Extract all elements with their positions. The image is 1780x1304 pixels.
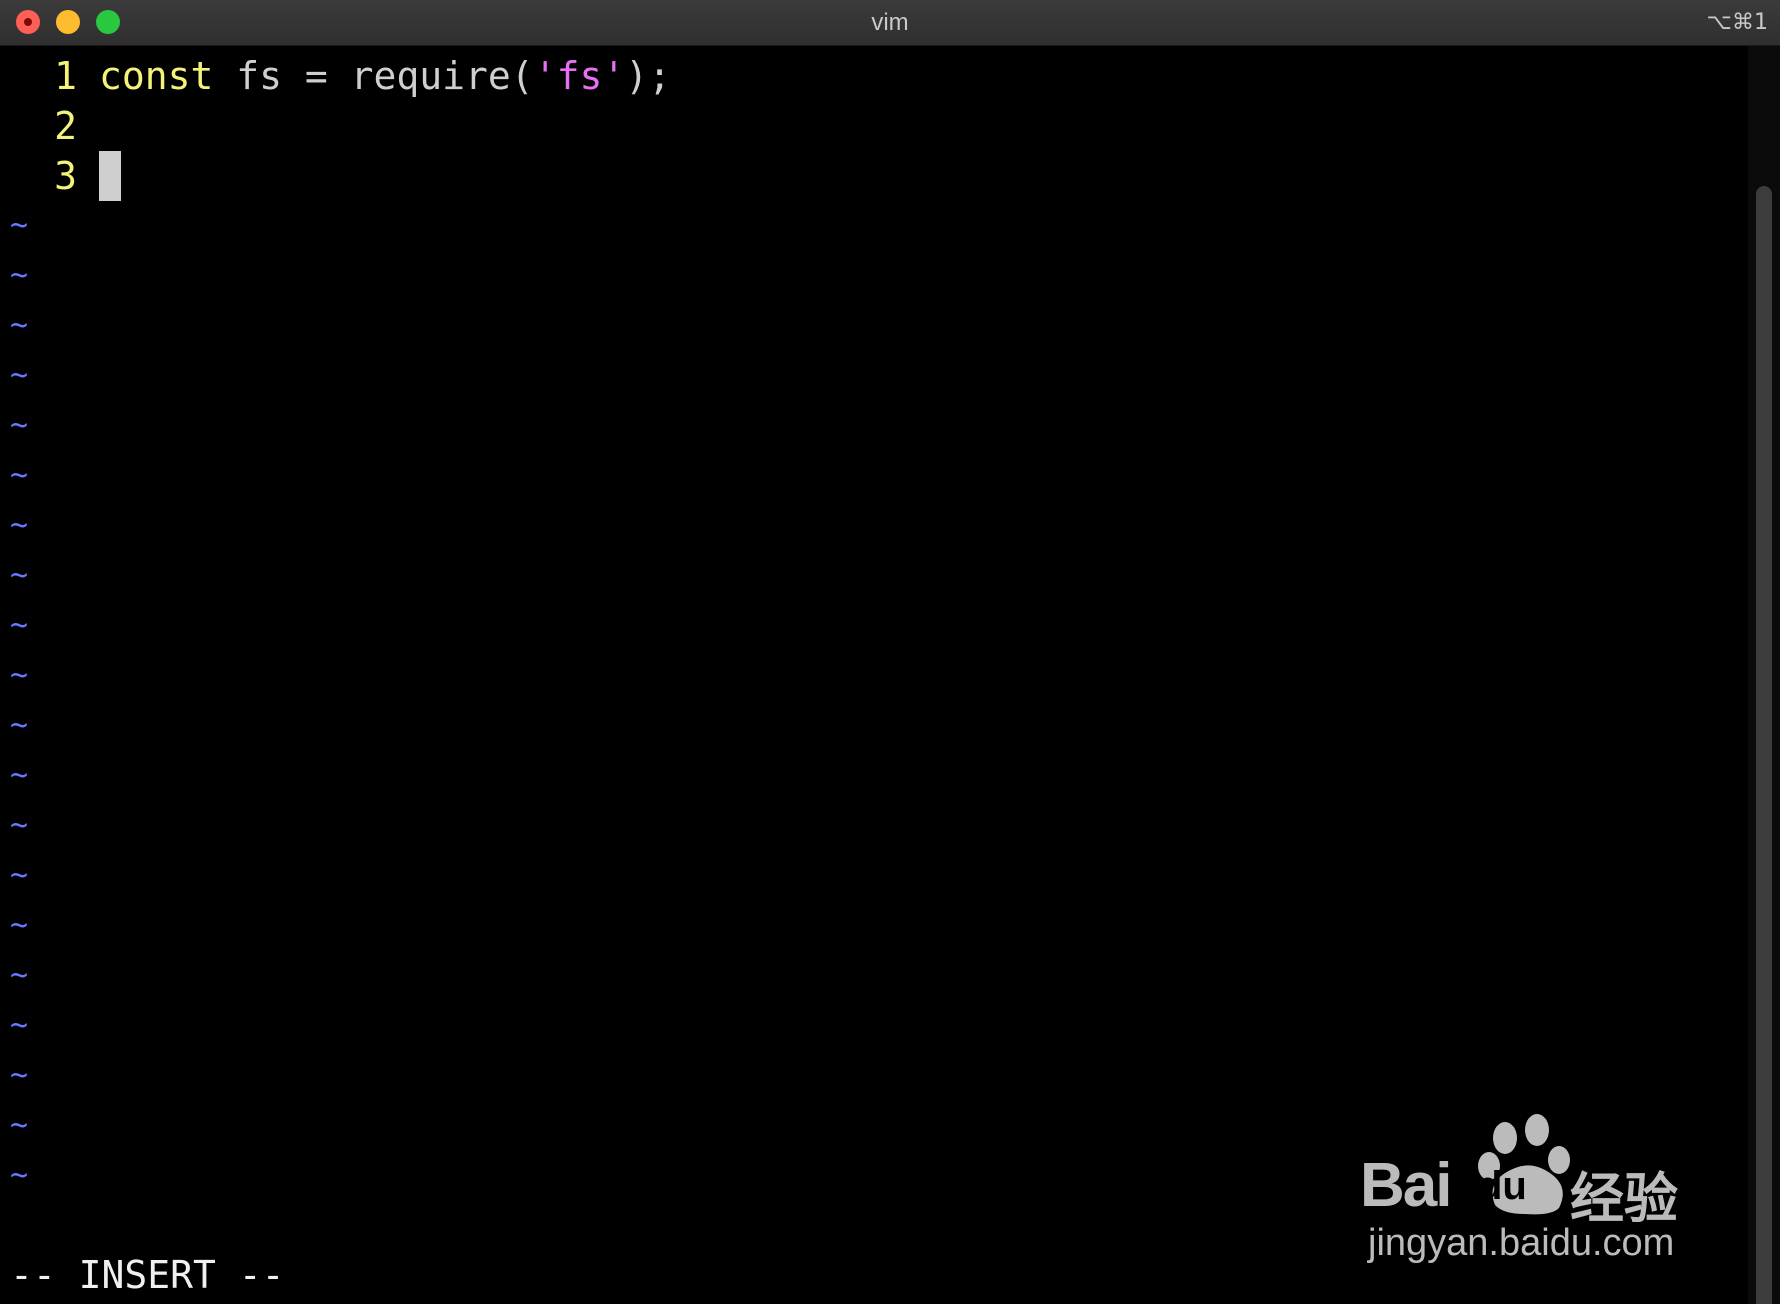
empty-line-marker: ~ <box>10 258 29 293</box>
terminal-window: vim ⌥⌘1 1 const fs = require('fs'); 2 3 ~… <box>0 0 1780 1304</box>
code-token: ); <box>625 54 671 98</box>
empty-line-marker: ~ <box>10 658 29 693</box>
window-shortcut: ⌥⌘1 <box>1706 10 1768 35</box>
code-line-3[interactable]: 3 <box>0 151 121 201</box>
baidu-watermark: Bai du 经验 jingyan.baidu.com <box>1360 1110 1690 1264</box>
empty-line-marker: ~ <box>10 458 29 493</box>
empty-line-marker: ~ <box>10 758 29 793</box>
title-bar[interactable]: vim ⌥⌘1 <box>0 0 1780 46</box>
mode-indicator: -- INSERT -- <box>10 1253 285 1297</box>
watermark-url: jingyan.baidu.com <box>1368 1222 1675 1264</box>
empty-line-marker: ~ <box>10 1058 29 1093</box>
empty-line-marker: ~ <box>10 408 29 443</box>
empty-line-marker: ~ <box>10 358 29 393</box>
watermark-brand: Bai <box>1360 1151 1452 1220</box>
keyword-token: const <box>99 54 214 98</box>
empty-line-marker: ~ <box>10 708 29 743</box>
empty-line-marker: ~ <box>10 1108 29 1143</box>
empty-line-marker: ~ <box>10 858 29 893</box>
line-number: 3 <box>54 154 77 198</box>
watermark-brand-mark: du <box>1478 1164 1527 1208</box>
scrollbar[interactable] <box>1748 46 1780 1304</box>
empty-line-marker: ~ <box>10 558 29 593</box>
string-token: 'fs' <box>533 54 626 98</box>
text-cursor <box>99 151 121 201</box>
empty-line-marker: ~ <box>10 1008 29 1043</box>
line-number: 1 <box>54 54 77 98</box>
code-line-2[interactable]: 2 <box>0 101 99 151</box>
line-number: 2 <box>54 104 77 148</box>
empty-line-marker: ~ <box>10 308 29 343</box>
empty-line-marker: ~ <box>10 908 29 943</box>
empty-line-marker: ~ <box>10 958 29 993</box>
empty-line-marker: ~ <box>10 608 29 643</box>
scroll-thumb[interactable] <box>1756 186 1772 1304</box>
empty-line-marker: ~ <box>10 1158 29 1193</box>
empty-line-marker: ~ <box>10 508 29 543</box>
code-token: fs = require( <box>213 54 534 98</box>
window-title: vim <box>871 9 909 36</box>
code-line-1[interactable]: 1 const fs = require('fs'); <box>0 51 671 101</box>
empty-line-marker: ~ <box>10 208 29 243</box>
empty-line-marker: ~ <box>10 808 29 843</box>
